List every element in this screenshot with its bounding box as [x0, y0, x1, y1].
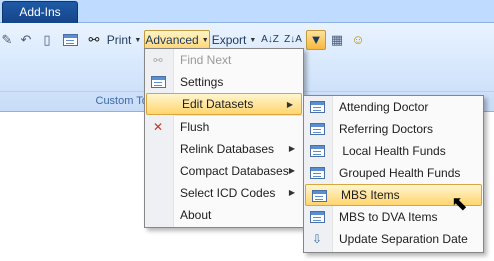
menu-item-label: Attending Doctor: [339, 100, 429, 114]
submenu-arrow-icon: ▶: [288, 188, 295, 197]
menu-item-flush[interactable]: ✕ Flush: [145, 116, 303, 138]
update-icon: ⇩: [311, 232, 323, 246]
menu-item-attending-doctor[interactable]: Attending Doctor: [304, 96, 483, 118]
menu-item-label: Edit Datasets: [182, 97, 254, 111]
menu-item-grouped-health-funds[interactable]: Grouped Health Funds: [304, 162, 483, 184]
menu-item-label: Compact Databases: [180, 164, 289, 178]
menu-item-about[interactable]: About: [145, 204, 303, 226]
chevron-down-icon: ▼: [134, 36, 142, 44]
advanced-menu: ⚯ Find Next Settings Edit Datasets ▶ ✕ F…: [144, 48, 304, 228]
advanced-button[interactable]: Advanced ▼: [144, 30, 210, 50]
submenu-arrow-icon: ▶: [288, 166, 295, 175]
wrench-icon[interactable]: ✎: [0, 30, 14, 50]
binoculars-icon[interactable]: ⚯: [84, 30, 104, 50]
menu-item-label: Select ICD Codes: [180, 186, 276, 200]
sort-descending-icon[interactable]: Z↓A: [283, 30, 303, 50]
smiley-icon[interactable]: ☺: [349, 30, 367, 50]
form-view-icon[interactable]: [60, 30, 80, 50]
menu-item-label: MBS to DVA Items: [339, 210, 438, 224]
menu-item-label: Find Next: [180, 53, 232, 67]
menu-item-label: About: [180, 208, 212, 222]
print-button[interactable]: Print ▼: [106, 30, 142, 50]
submenu-arrow-icon: ▶: [288, 144, 295, 153]
filter-icon[interactable]: ▼: [306, 30, 326, 50]
find-next-icon: ⚯: [153, 54, 163, 67]
submenu-arrow-icon: ▶: [286, 100, 293, 109]
menu-item-referring-doctors[interactable]: Referring Doctors: [304, 118, 483, 140]
menu-item-label: Grouped Health Funds: [339, 166, 461, 180]
form-icon: [308, 165, 326, 181]
undo-icon[interactable]: ↶: [18, 30, 34, 50]
menu-item-label: Referring Doctors: [339, 122, 434, 136]
menu-item-label: Local Health Funds: [339, 144, 446, 158]
menu-item-label: Relink Databases: [180, 142, 275, 156]
menu-item-label: Update Separation Date: [339, 232, 468, 246]
menu-item-settings[interactable]: Settings: [145, 71, 303, 93]
chevron-down-icon: ▼: [249, 36, 257, 44]
advanced-label: Advanced: [145, 33, 199, 47]
export-button[interactable]: Export ▼: [211, 30, 257, 50]
form-icon: [149, 74, 167, 90]
document-icon[interactable]: ▯: [38, 30, 56, 50]
menu-item-find-next[interactable]: ⚯ Find Next: [145, 49, 303, 71]
edit-datasets-submenu: Attending Doctor Referring Doctors Local…: [303, 95, 484, 253]
chevron-down-icon: ▼: [201, 36, 209, 44]
tab-add-ins[interactable]: Add-Ins: [2, 1, 78, 23]
mouse-pointer-icon: ⬉: [451, 193, 468, 215]
form-icon: [310, 188, 328, 204]
menu-item-local-health-funds[interactable]: Local Health Funds: [304, 140, 483, 162]
menu-item-relink-databases[interactable]: Relink Databases ▶: [145, 138, 303, 160]
form-icon: [308, 121, 326, 137]
ribbon-tab-bar: Add-Ins: [0, 0, 494, 23]
form-icon: [308, 143, 326, 159]
menu-item-compact-databases[interactable]: Compact Databases ▶: [145, 160, 303, 182]
menu-item-update-separation-date[interactable]: ⇩ Update Separation Date: [304, 228, 483, 250]
menu-item-label: MBS Items: [341, 188, 400, 202]
menu-item-label: Settings: [180, 75, 224, 89]
form-icon: [308, 99, 326, 115]
print-label: Print: [106, 33, 132, 47]
menu-item-label: Flush: [180, 120, 210, 134]
export-label: Export: [211, 33, 247, 47]
sort-ascending-icon[interactable]: A↓Z: [260, 30, 280, 50]
menu-item-select-icd-codes[interactable]: Select ICD Codes ▶: [145, 182, 303, 204]
form-icon: [308, 209, 326, 225]
flush-icon: ✕: [152, 120, 164, 134]
datasheet-icon[interactable]: ▦: [328, 30, 346, 50]
group-label: Custom Too: [95, 95, 155, 107]
menu-item-edit-datasets[interactable]: Edit Datasets ▶: [146, 93, 302, 115]
